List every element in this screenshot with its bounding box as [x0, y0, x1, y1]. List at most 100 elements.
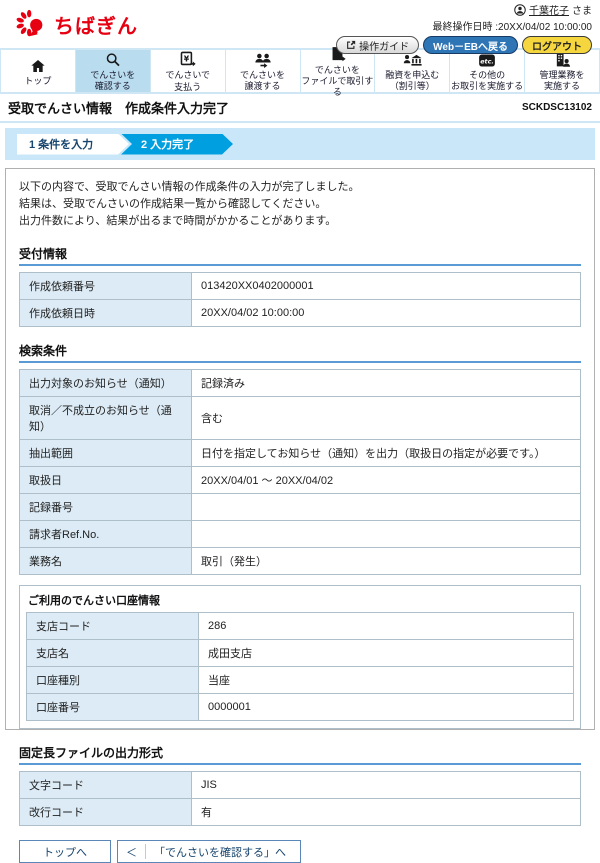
loan-bank-icon: [403, 52, 422, 68]
etc-icon: etc.: [478, 52, 496, 68]
nav-item-label: でんさいで 支払う: [165, 70, 211, 92]
footer-buttons: トップへ ＜ 「でんさいを確認する」へ: [19, 840, 581, 863]
fixed-length-format-table: 文字コード JIS 改行コード 有: [19, 771, 581, 827]
row-label: 改行コード: [19, 798, 192, 827]
nav-item-top[interactable]: トップ: [0, 50, 76, 92]
nav-item-label: でんさいを ファイルで取引する: [301, 64, 374, 98]
densai-account-info-box: ご利用のでんさい口座情報 支店コード 286 支店名 成田支店 口座種別 当座 …: [19, 585, 581, 730]
row-label: 口座番号: [26, 693, 199, 722]
section-title: 検索条件: [19, 342, 581, 364]
table-row: 口座番号 0000001: [26, 693, 574, 722]
step-indicator: 1 条件を入力 2 入力完了: [5, 128, 595, 160]
svg-text:etc.: etc.: [480, 57, 494, 65]
table-row: 作成依頼番号 013420XX0402000001: [19, 272, 581, 301]
table-row: 口座種別 当座: [26, 666, 574, 695]
step-2-input-complete: 2 入力完了: [121, 134, 233, 155]
row-value: [191, 520, 581, 549]
completion-message: 以下の内容で、受取でんさい情報の作成条件の入力が完了しました。 結果は、受取でん…: [19, 179, 581, 230]
row-value: 0000001: [198, 693, 574, 722]
section-reception-info: 受付情報 作成依頼番号 013420XX0402000001 作成依頼日時 20…: [19, 245, 581, 328]
logout-label: ログアウト: [532, 41, 582, 53]
nav-item-loan-apply[interactable]: 融資を申込む （割引等）: [375, 50, 451, 92]
svg-text:¥: ¥: [184, 55, 190, 64]
row-value: 20XX/04/02 10:00:00: [191, 299, 581, 328]
nav-item-label: その他の お取引を実施する: [451, 69, 524, 91]
row-value: 有: [191, 798, 581, 827]
nav-item-other-transactions[interactable]: etc. その他の お取引を実施する: [450, 50, 526, 92]
people-transfer-icon: [254, 52, 272, 68]
search-conditions-table: 出力対象のお知らせ（通知） 記録済み 取消／不成立のお知らせ（通知） 含む 抽出…: [19, 369, 581, 576]
table-row: 改行コード 有: [19, 798, 581, 827]
web-eb-back-button[interactable]: Web－EBへ戻る: [423, 36, 518, 54]
table-row: 支店名 成田支店: [26, 639, 574, 668]
section-title: 固定長ファイルの出力形式: [19, 744, 581, 766]
main-nav: トップ でんさいを 確認する ¥ でんさいで 支払う でんさいを 譲渡する でん…: [0, 46, 600, 97]
nav-item-transfer-densai[interactable]: でんさいを 譲渡する: [225, 50, 301, 92]
reception-info-table: 作成依頼番号 013420XX0402000001 作成依頼日時 20XX/04…: [19, 272, 581, 328]
last-operation-time: 最終操作日時 :20XX/04/02 10:00:00: [432, 22, 592, 33]
back-to-confirm-densai-button[interactable]: ＜ 「でんさいを確認する」へ: [117, 840, 301, 863]
message-line: 結果は、受取でんさいの作成結果一覧から確認してください。: [19, 198, 327, 211]
row-label: 出力対象のお知らせ（通知）: [19, 369, 192, 398]
row-label: 取扱日: [19, 466, 192, 495]
nav-item-confirm-densai[interactable]: でんさいを 確認する: [75, 50, 151, 92]
table-row: 作成依頼日時 20XX/04/02 10:00:00: [19, 299, 581, 328]
nav-item-pay-densai[interactable]: ¥ でんさいで 支払う: [150, 50, 226, 92]
table-row: 支店コード 286: [26, 612, 574, 641]
yen-document-icon: ¥: [179, 51, 196, 68]
nav-item-admin-tasks[interactable]: 管理業務を 実施する: [525, 50, 600, 92]
row-value: 取引（発生）: [191, 547, 581, 576]
chevron-left-icon: ＜: [126, 846, 137, 859]
row-label: 作成依頼番号: [19, 272, 192, 301]
row-label: 請求者Ref.No.: [19, 520, 192, 549]
section-fixed-length-format: 固定長ファイルの出力形式 文字コード JIS 改行コード 有: [19, 744, 581, 827]
header-right: 千葉花子 さま 最終操作日時 :20XX/04/02 10:00:00 操作ガイ…: [336, 2, 592, 54]
row-value: 記録済み: [191, 369, 581, 398]
account-info-title: ご利用のでんさい口座情報: [28, 595, 160, 608]
row-label: 文字コード: [19, 771, 192, 800]
table-row: 記録番号: [19, 493, 581, 522]
table-row: 請求者Ref.No.: [19, 520, 581, 549]
nav-item-file-densai[interactable]: でんさいを ファイルで取引する: [300, 46, 376, 97]
step-1-enter-conditions: 1 条件を入力: [17, 134, 129, 155]
row-value: 20XX/04/01 ～ 20XX/04/02: [191, 466, 581, 495]
row-value: 当座: [198, 666, 574, 695]
operation-guide-label: 操作ガイド: [359, 41, 410, 53]
message-line: 以下の内容で、受取でんさい情報の作成条件の入力が完了しました。: [19, 181, 360, 193]
nav-item-label: トップ: [24, 75, 52, 86]
header: ちばぎん 千葉花子 さま 最終操作日時 :20XX/04/02 10:00:00: [0, 0, 600, 54]
row-value: 013420XX0402000001: [191, 272, 581, 301]
table-row: 抽出範囲 日付を指定してお知らせ（通知）を出力（取扱日の指定が必要です。）: [19, 439, 581, 468]
operation-guide-button[interactable]: 操作ガイド: [336, 36, 420, 54]
user-name[interactable]: 千葉花子: [529, 2, 569, 17]
row-value: 286: [198, 612, 574, 641]
section-search-conditions: 検索条件 出力対象のお知らせ（通知） 記録済み 取消／不成立のお知らせ（通知） …: [19, 342, 581, 730]
page-root: ちばぎん 千葉花子 さま 最終操作日時 :20XX/04/02 10:00:00: [0, 0, 600, 863]
table-row: 出力対象のお知らせ（通知） 記録済み: [19, 369, 581, 398]
bank-flower-icon: [16, 8, 48, 40]
row-label: 作成依頼日時: [19, 299, 192, 328]
to-top-button[interactable]: トップへ: [19, 840, 111, 863]
account-info-table: 支店コード 286 支店名 成田支店 口座種別 当座 口座番号 0000001: [26, 612, 574, 722]
message-line: 出力件数により、結果が出るまで時間がかかることがあります。: [19, 215, 337, 228]
row-label: 業務名: [19, 547, 192, 576]
search-icon: [105, 52, 121, 68]
external-link-icon: [346, 40, 356, 50]
row-label: 口座種別: [26, 666, 199, 695]
main-content: 以下の内容で、受取でんさい情報の作成条件の入力が完了しました。 結果は、受取でん…: [5, 168, 595, 863]
page-title: 受取でんさい情報 作成条件入力完了: [8, 101, 230, 116]
home-icon: [30, 57, 46, 74]
to-top-label: トップへ: [43, 846, 87, 859]
row-label: 取消／不成立のお知らせ（通知）: [19, 396, 192, 441]
logout-button[interactable]: ログアウト: [522, 36, 592, 54]
user-line: 千葉花子 さま: [336, 2, 592, 17]
nav-item-label: でんさいを 譲渡する: [240, 69, 286, 91]
row-value: JIS: [191, 771, 581, 800]
row-label: 抽出範囲: [19, 439, 192, 468]
row-value: 日付を指定してお知らせ（通知）を出力（取扱日の指定が必要です。）: [191, 439, 581, 468]
header-buttons: 操作ガイド Web－EBへ戻る ログアウト: [336, 36, 592, 54]
table-row: 取扱日 20XX/04/01 ～ 20XX/04/02: [19, 466, 581, 495]
bank-logo: ちばぎん: [16, 8, 138, 40]
button-divider: [145, 844, 146, 860]
nav-item-label: でんさいを 確認する: [90, 69, 136, 91]
